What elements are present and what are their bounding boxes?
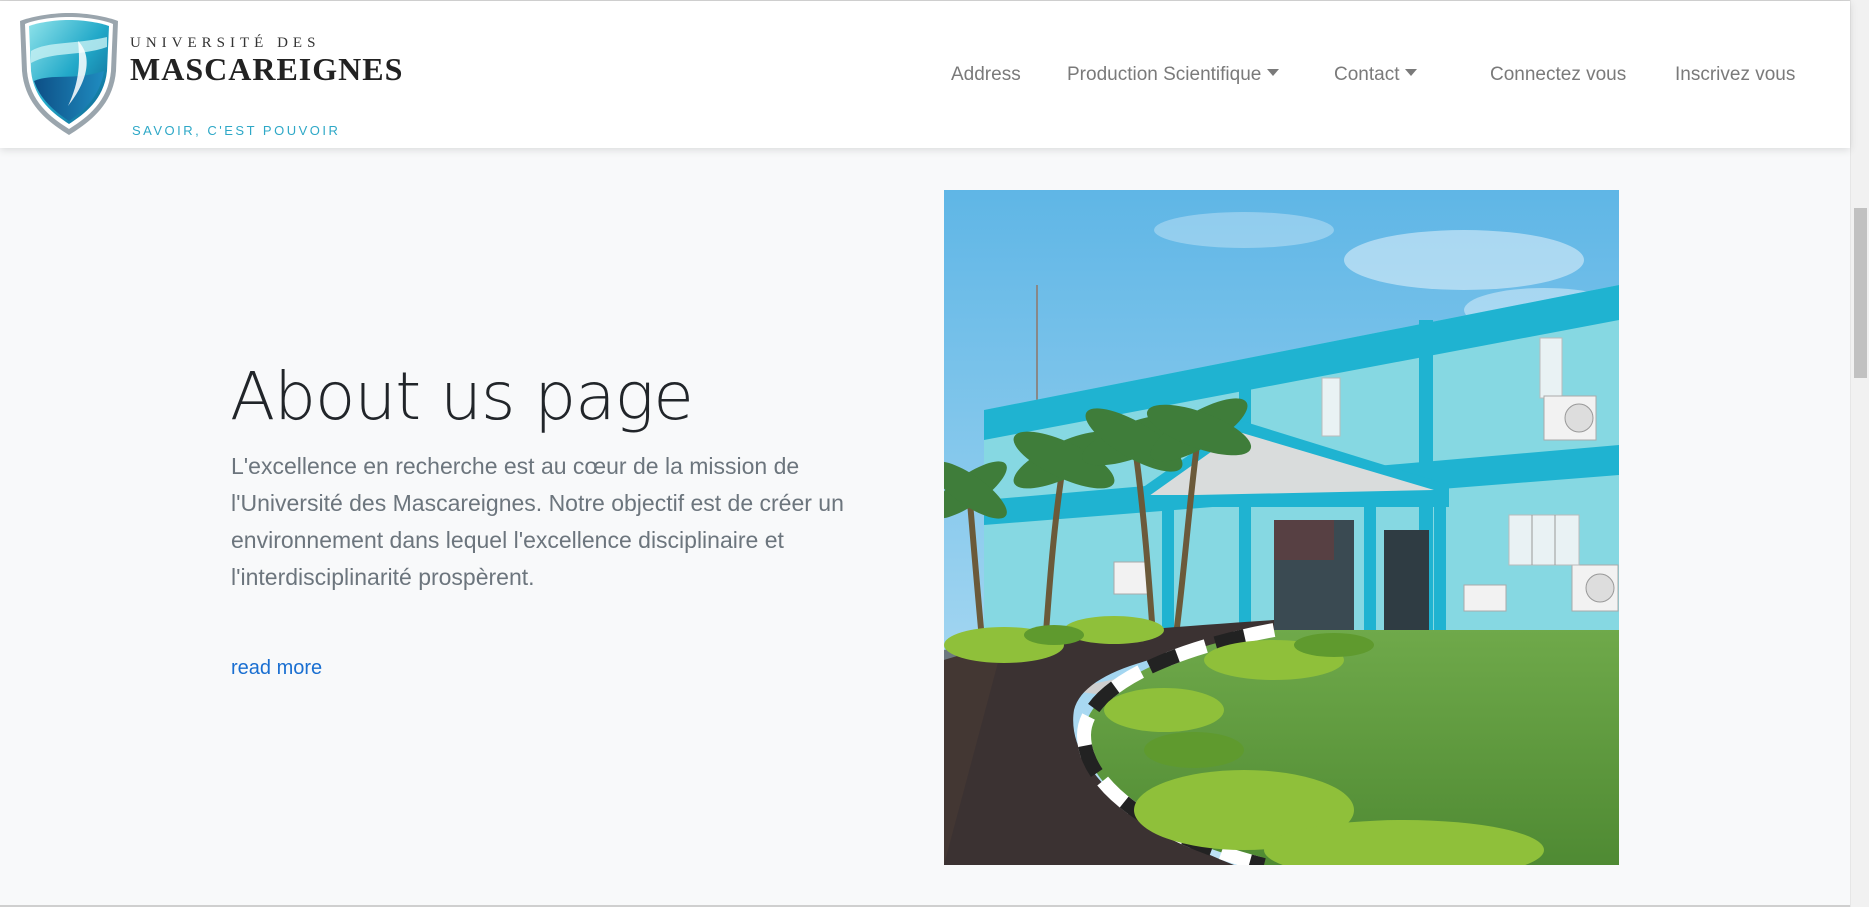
logo-university-line: UNIVERSITÉ DES [130,35,321,51]
campus-photo-illustration [944,190,1619,865]
logo-tagline: SAVOIR, C'EST POUVOIR [132,123,341,138]
main-nav: Address Production Scientifique Contact … [0,64,1850,94]
nav-address[interactable]: Address [951,64,1021,86]
caret-down-icon [1267,69,1280,76]
nav-contact-label: Contact [1334,64,1400,85]
nav-production-dropdown[interactable]: Production Scientifique [1067,64,1280,86]
about-paragraph: L'excellence en recherche est au cœur de… [231,453,844,590]
nav-production-label: Production Scientifique [1067,64,1262,85]
page-title: About us page [230,358,694,435]
navbar: UNIVERSITÉ DES MASCAREIGNES SAVOIR, C'ES… [0,1,1850,148]
caret-down-icon [1405,69,1418,76]
nav-contact-dropdown[interactable]: Contact [1334,64,1418,86]
scrollbar-thumb[interactable] [1854,208,1867,378]
nav-register[interactable]: Inscrivez vous [1675,64,1795,86]
page-scrollbar[interactable] [1850,0,1869,907]
nav-login[interactable]: Connectez vous [1490,64,1626,86]
campus-building-photo [944,190,1619,865]
read-more-link[interactable]: read more [231,657,322,680]
